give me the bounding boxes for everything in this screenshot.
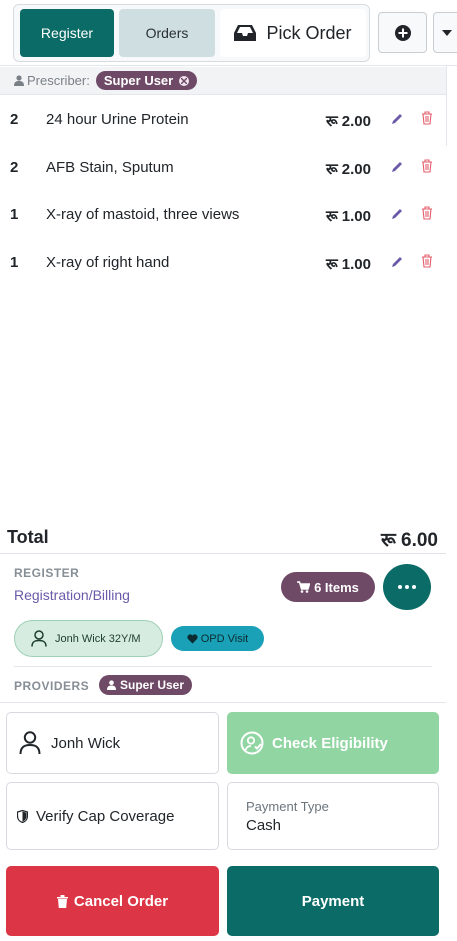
payment-type-card[interactable]: Payment Type Cash <box>227 782 439 850</box>
order-lines: 2 24 hour Urine Protein रू 2.00 2 AFB St… <box>0 96 446 286</box>
items-button[interactable]: 6 Items <box>281 572 375 602</box>
more-options-button[interactable] <box>383 564 431 610</box>
payment-type-label: Payment Type <box>246 799 329 814</box>
order-line[interactable]: 1 X-ray of right hand रू 1.00 <box>0 239 446 287</box>
pick-order-button[interactable]: Pick Order <box>220 9 366 57</box>
payment-type-value: Cash <box>246 817 282 834</box>
total-value: रू 6.00 <box>380 530 438 551</box>
line-name: 24 hour Urine Protein <box>46 111 189 128</box>
prescriber-row: Prescriber: Super User <box>0 67 446 95</box>
verify-cap-label: Verify Cap Coverage <box>36 807 175 825</box>
view-switcher: Register Orders Pick Order <box>13 4 370 62</box>
edit-icon[interactable] <box>390 255 404 269</box>
order-total: Total रू 6.00 <box>0 522 446 554</box>
user-icon <box>31 630 47 647</box>
tab-register[interactable]: Register <box>20 9 114 57</box>
trash-icon <box>56 894 68 908</box>
cancel-order-label: Cancel Order <box>73 892 169 910</box>
visit-chip[interactable]: OPD Visit <box>171 626 264 651</box>
items-count: 6 Items <box>314 579 359 595</box>
line-qty: 1 <box>10 253 19 271</box>
line-qty: 2 <box>10 111 19 128</box>
line-price: रू 2.00 <box>325 160 371 178</box>
line-name: X-ray of mastoid, three views <box>46 206 240 223</box>
line-name: AFB Stain, Sputum <box>46 158 174 176</box>
edit-icon[interactable] <box>390 112 404 126</box>
line-price: रू 2.00 <box>325 113 371 130</box>
edit-icon[interactable] <box>390 160 404 174</box>
tab-orders[interactable]: Orders <box>119 9 215 57</box>
caret-down-icon <box>442 29 452 36</box>
patient-chip-label: Jonh Wick 32Y/M <box>55 632 141 645</box>
total-label: Total <box>7 527 49 547</box>
order-line[interactable]: 2 24 hour Urine Protein रू 2.00 <box>0 96 446 144</box>
patient-name: Jonh Wick <box>51 734 121 752</box>
user-icon <box>19 731 41 755</box>
line-price: रू 1.00 <box>325 255 371 273</box>
prescriber-label-text: Prescriber: <box>27 73 90 88</box>
verify-cap-button[interactable]: Verify Cap Coverage <box>6 782 219 850</box>
panel-divider <box>446 66 447 146</box>
patient-card[interactable]: Jonh Wick <box>6 712 219 774</box>
line-name: X-ray of right hand <box>46 253 170 271</box>
divider <box>14 666 432 667</box>
visit-chip-label: OPD Visit <box>200 632 249 645</box>
prescriber-label: Prescriber: <box>14 73 90 88</box>
register-link[interactable]: Registration/Billing <box>14 587 130 603</box>
cart-icon <box>297 581 311 593</box>
add-button[interactable] <box>378 12 427 53</box>
prescriber-badge: Super User <box>95 71 198 90</box>
line-qty: 2 <box>10 158 19 176</box>
register-label: REGISTER <box>14 566 80 580</box>
divider <box>0 702 446 703</box>
doctor-icon <box>107 680 116 690</box>
dropdown-button[interactable] <box>433 12 457 53</box>
trash-icon[interactable] <box>421 158 433 173</box>
ellipsis-icon <box>398 585 416 589</box>
inbox-icon <box>234 25 257 41</box>
heart-pulse-icon <box>187 633 198 643</box>
provider-badge[interactable]: Super User <box>99 675 193 695</box>
providers-label: PROVIDERS <box>14 679 90 693</box>
line-qty: 1 <box>10 206 19 223</box>
top-bar: Register Orders Pick Order <box>0 0 457 66</box>
provider-name: Super User <box>120 678 185 692</box>
doctor-icon <box>14 75 24 86</box>
check-eligibility-label: Check Eligibility <box>272 734 388 752</box>
prescriber-name: Super User <box>103 73 174 88</box>
edit-icon[interactable] <box>390 207 404 221</box>
pick-order-label: Pick Order <box>266 22 352 43</box>
trash-icon[interactable] <box>421 111 433 125</box>
line-price: रू 1.00 <box>325 208 371 225</box>
plus-circle-icon <box>394 24 411 41</box>
payment-button[interactable]: Payment <box>227 866 439 936</box>
remove-prescriber-icon[interactable] <box>179 75 190 86</box>
check-eligibility-button[interactable]: Check Eligibility <box>227 712 439 774</box>
trash-icon[interactable] <box>421 253 433 268</box>
trash-icon[interactable] <box>421 206 433 220</box>
user-check-icon <box>240 731 264 755</box>
order-line[interactable]: 2 AFB Stain, Sputum रू 2.00 <box>0 144 446 192</box>
order-line[interactable]: 1 X-ray of mastoid, three views रू 1.00 <box>0 191 446 239</box>
cancel-order-button[interactable]: Cancel Order <box>6 866 219 936</box>
patient-chip[interactable]: Jonh Wick 32Y/M <box>14 620 163 657</box>
shield-icon <box>17 809 28 823</box>
